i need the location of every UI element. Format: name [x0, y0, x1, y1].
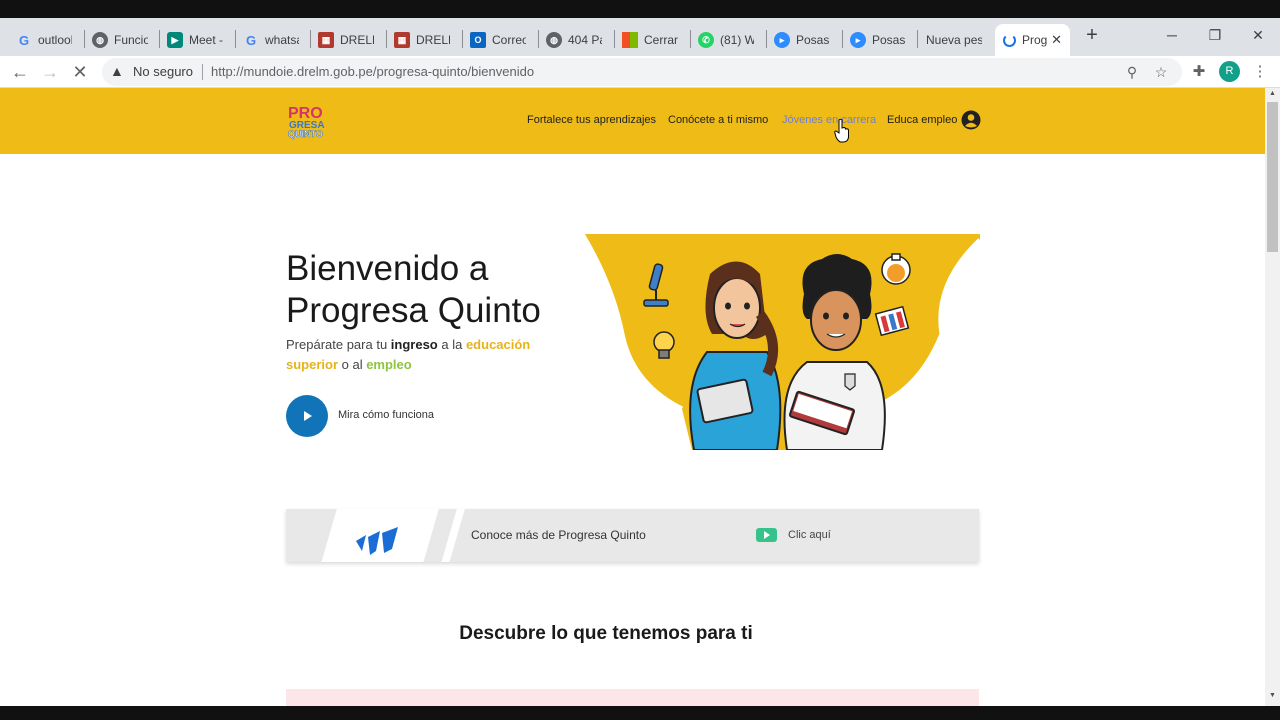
tab-label: Nueva pesta: [926, 33, 982, 47]
url-text[interactable]: http://mundoie.drelm.gob.pe/progresa-qui…: [211, 64, 534, 79]
close-window-button[interactable]: ✕: [1238, 22, 1278, 48]
section-title: Descubre lo que tenemos para ti: [459, 623, 753, 644]
drelm-icon: ▦: [394, 32, 410, 48]
browser-tab[interactable]: ✆ (81) Wh: [690, 24, 762, 56]
banner-card: [321, 509, 465, 562]
browser-toolbar: ← → ✕ ▲ No seguro http://mundoie.drelm.g…: [0, 56, 1280, 88]
security-label[interactable]: No seguro: [133, 64, 193, 79]
subtitle-text: Prepárate para tu: [286, 337, 391, 352]
zoom-icon[interactable]: ⚲: [1121, 61, 1143, 83]
browser-tab[interactable]: Cerrar s: [614, 24, 686, 56]
whatsapp-icon: ✆: [698, 32, 714, 48]
scroll-down-icon[interactable]: ▼: [1267, 692, 1278, 702]
browser-tab-active[interactable]: Prog ✕: [995, 24, 1070, 56]
tab-label: (81) Wh: [720, 33, 754, 47]
tab-label: outlook: [38, 33, 72, 47]
menu-icon[interactable]: ⋮: [1248, 60, 1272, 84]
zoom-icon: ▸: [774, 32, 790, 48]
info-banner[interactable]: Conoce más de Progresa Quinto Clic aquí: [286, 509, 979, 562]
subtitle-text: a la: [437, 337, 466, 352]
tab-label: DRELM: [416, 33, 450, 47]
globe-icon: ◍: [546, 32, 562, 48]
page-scrollbar[interactable]: ▲ ▼: [1265, 88, 1280, 706]
browser-tab[interactable]: O Correo: [462, 24, 534, 56]
browser-tab[interactable]: ◍ 404 Pag: [538, 24, 610, 56]
hero-title-line-1: Bienvenido a: [286, 249, 489, 288]
hand-cursor-icon: [834, 118, 849, 143]
restore-button[interactable]: ❐: [1195, 22, 1235, 48]
back-button[interactable]: ←: [8, 60, 32, 84]
nav-jovenes-en-carrera[interactable]: Jóvenes en carrera: [782, 114, 876, 126]
browser-tab[interactable]: ▦ DRELM: [310, 24, 382, 56]
browser-tab[interactable]: Nueva pesta: [918, 24, 990, 56]
microsoft-icon: [622, 32, 638, 48]
stop-loading-button[interactable]: ✕: [68, 60, 92, 84]
minimize-button[interactable]: ─: [1152, 22, 1192, 48]
address-bar[interactable]: ▲ No seguro http://mundoie.drelm.gob.pe/…: [102, 58, 1182, 86]
browser-tab[interactable]: ▶ Meet -: [159, 24, 231, 56]
browser-tab[interactable]: G outlook: [8, 24, 80, 56]
tab-label: Prog: [1022, 33, 1048, 47]
google-icon: G: [245, 32, 257, 48]
content-card[interactable]: [286, 689, 979, 706]
user-account-icon[interactable]: [961, 110, 981, 130]
meet-icon: ▶: [167, 32, 183, 48]
web-page: PRO GRESA QUINTO Fortalece tus aprendiza…: [0, 88, 1265, 706]
hero-title: Bienvenido a Progresa Quinto: [286, 248, 541, 332]
warning-icon: ▲: [110, 63, 124, 79]
tab-label: whatsap: [265, 33, 299, 47]
tab-label: 404 Pag: [568, 33, 602, 47]
browser-tab[interactable]: G whatsap: [235, 24, 307, 56]
profile-avatar[interactable]: R: [1219, 61, 1240, 82]
scroll-up-icon[interactable]: ▲: [1267, 90, 1278, 100]
subtitle-empleo: empleo: [366, 357, 412, 372]
banner-text: Conoce más de Progresa Quinto: [471, 528, 646, 542]
globe-icon: ◍: [92, 32, 108, 48]
students-illustration: [582, 234, 980, 450]
new-tab-button[interactable]: +: [1080, 24, 1104, 48]
tab-label: Meet -: [189, 33, 223, 47]
google-icon: G: [18, 32, 30, 48]
bookmark-star-icon[interactable]: ☆: [1150, 61, 1172, 83]
drelm-icon: ▦: [318, 32, 334, 48]
nav-fortalece[interactable]: Fortalece tus aprendizajes: [527, 114, 656, 126]
loading-icon: [1003, 33, 1016, 47]
tab-label: DRELM: [340, 33, 374, 47]
banner-link[interactable]: Clic aquí: [788, 529, 831, 541]
zoom-icon: ▸: [850, 32, 866, 48]
nav-educa-empleo[interactable]: Educa empleo: [887, 114, 957, 126]
tab-label: Posasis: [872, 33, 906, 47]
window-bottom-edge: [0, 706, 1280, 720]
browser-tab[interactable]: ▦ DRELM: [386, 24, 458, 56]
play-video-label[interactable]: Mira cómo funciona: [338, 409, 434, 421]
window-top-edge: [0, 0, 1280, 18]
subtitle-text: o al: [338, 357, 367, 372]
scrollbar-thumb[interactable]: [1267, 102, 1278, 252]
tab-label: Cerrar s: [644, 33, 678, 47]
extensions-icon[interactable]: ✚: [1187, 60, 1211, 84]
video-play-icon[interactable]: [756, 528, 777, 542]
play-video-button[interactable]: [286, 395, 328, 437]
tab-label: Correo: [492, 33, 526, 47]
browser-tab[interactable]: ▸ Posasis: [842, 24, 914, 56]
forward-button[interactable]: →: [38, 60, 62, 84]
address-divider: [202, 64, 203, 80]
site-header: PRO GRESA QUINTO Fortalece tus aprendiza…: [0, 88, 1265, 154]
subtitle-ingreso: ingreso: [390, 337, 438, 352]
outlook-icon: O: [470, 32, 486, 48]
tab-label: Funcior: [114, 33, 148, 47]
nav-conocete[interactable]: Conócete a ti mismo: [668, 114, 768, 126]
hero-title-line-2: Progresa Quinto: [286, 291, 541, 330]
tab-label: Posasis: [796, 33, 830, 47]
progresa-quinto-logo[interactable]: PRO GRESA QUINTO: [287, 102, 331, 140]
browser-tab[interactable]: ▸ Posasis: [766, 24, 838, 56]
browser-tab[interactable]: ◍ Funcior: [84, 24, 156, 56]
hero-subtitle: Prepárate para tu ingreso a la educación…: [286, 335, 556, 375]
svg-text:QUINTO: QUINTO: [288, 129, 323, 139]
close-tab-icon[interactable]: ✕: [1051, 32, 1062, 48]
